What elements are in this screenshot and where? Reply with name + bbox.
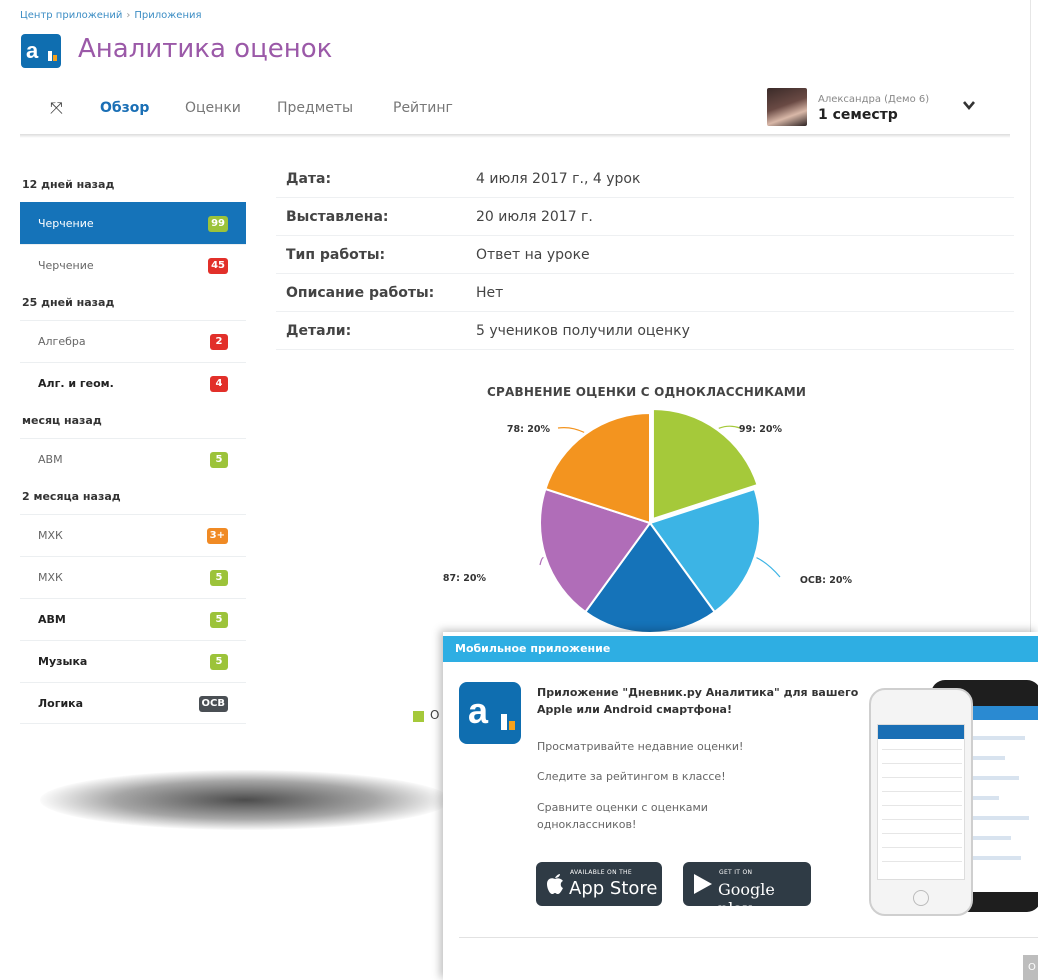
user-name[interactable]: Александра (Демо 6) bbox=[818, 94, 929, 105]
slice-label: 87: 20% bbox=[443, 573, 487, 584]
mobile-logo-letter: a bbox=[468, 690, 489, 731]
pie-chart: 99: 20% ОСВ: 20% 87: 20% 78: 20% bbox=[443, 407, 853, 634]
subject-label: Алг. и геом. bbox=[38, 377, 114, 390]
slice-label: ОСВ: 20% bbox=[800, 575, 853, 586]
legend-swatch bbox=[413, 711, 424, 722]
google-play-button[interactable]: GET IT ON Google play bbox=[683, 862, 811, 918]
google-play-label: Google play bbox=[718, 880, 775, 918]
grade-list-item[interactable]: МХК 3+ bbox=[20, 514, 246, 556]
detail-label: Выставлена: bbox=[286, 209, 389, 225]
group-heading: 2 месяца назад bbox=[22, 490, 121, 503]
window-shadow bbox=[40, 770, 450, 830]
slice-label: 99: 20% bbox=[739, 424, 783, 435]
mobile-app-logo: a bbox=[459, 682, 521, 744]
term-selector[interactable]: 1 семестр bbox=[818, 107, 898, 123]
grade-badge: ОСВ bbox=[198, 696, 228, 712]
grade-badge: 2 bbox=[210, 334, 228, 350]
subject-label: Музыка bbox=[38, 655, 88, 668]
grades-sidebar: 12 дней назад Черчение 99 Черчение 45 25 дней… bbox=[20, 168, 246, 724]
mobile-panel-header: Мобильное приложение bbox=[443, 636, 1038, 662]
iphone-image bbox=[869, 688, 973, 916]
slice-label: 78: 20% bbox=[507, 424, 551, 435]
tab-rating[interactable]: Рейтинг bbox=[393, 100, 453, 116]
subject-label: АВМ bbox=[38, 453, 63, 466]
detail-label: Дата: bbox=[286, 171, 332, 187]
grade-list-item[interactable]: Черчение 45 bbox=[20, 244, 246, 286]
detail-value: 4 июля 2017 г., 4 урок bbox=[476, 171, 641, 187]
detail-label: Детали: bbox=[286, 323, 352, 339]
label-connector bbox=[557, 426, 585, 433]
group-heading: 25 дней назад bbox=[22, 296, 115, 309]
group-heading: месяц назад bbox=[22, 414, 102, 427]
subject-label: Логика bbox=[38, 697, 84, 710]
app-store-small-text: AVAILABLE ON THE bbox=[570, 869, 632, 876]
grade-badge: 5 bbox=[210, 612, 228, 628]
breadcrumb-separator: › bbox=[126, 10, 131, 21]
grade-details: Дата: 4 июля 2017 г., 4 урок Выставлена: 20… bbox=[276, 160, 1014, 350]
grade-badge: 4 bbox=[210, 376, 228, 392]
detail-value: Ответ на уроке bbox=[476, 247, 590, 263]
feature-text: Просматривайте недавние оценки! bbox=[537, 740, 744, 753]
grade-list-item[interactable]: АВМ 5 bbox=[20, 598, 246, 640]
grade-list-item[interactable]: Музыка 5 bbox=[20, 640, 246, 682]
app-store-button[interactable]: AVAILABLE ON THE App Store bbox=[536, 862, 662, 906]
feature-text: Следите за рейтингом в классе! bbox=[537, 770, 726, 783]
grade-badge: 5 bbox=[210, 654, 228, 670]
mobile-description: Приложение "Дневник.ру Аналитика" для ва… bbox=[537, 686, 859, 716]
subject-label: МХК bbox=[38, 529, 63, 542]
grade-badge: 5 bbox=[210, 570, 228, 586]
chart-title: СРАВНЕНИЕ ОЦЕНКИ С ОДНОКЛАССНИКАМИ bbox=[487, 385, 807, 399]
detail-row: Описание работы: Нет bbox=[276, 274, 1014, 312]
app-logo-letter: a bbox=[26, 38, 39, 63]
subject-label: Черчение bbox=[38, 259, 94, 272]
detail-row: Детали: 5 учеников получили оценку bbox=[276, 312, 1014, 350]
grade-list-item[interactable]: МХК 5 bbox=[20, 556, 246, 598]
detail-row: Выставлена: 20 июля 2017 г. bbox=[276, 198, 1014, 236]
feature-text: Сравните оценки с оценками однокласснико… bbox=[537, 801, 708, 831]
breadcrumb: Центр приложений › Приложения bbox=[20, 10, 202, 21]
grade-badge: 45 bbox=[208, 258, 228, 274]
detail-label: Тип работы: bbox=[286, 247, 386, 263]
detail-row: Тип работы: Ответ на уроке bbox=[276, 236, 1014, 274]
detail-value: Нет bbox=[476, 285, 504, 301]
google-play-small-text: GET IT ON bbox=[719, 869, 753, 876]
breadcrumb-root-link[interactable]: Центр приложений bbox=[20, 10, 122, 21]
detail-value: 5 учеников получили оценку bbox=[476, 323, 690, 339]
app-store-label: App Store bbox=[569, 878, 658, 899]
tab-grades[interactable]: Оценки bbox=[185, 100, 241, 116]
mobile-app-panel: Мобильное приложение a Приложение "Дневн… bbox=[443, 632, 1038, 980]
detail-value: 20 июля 2017 г. bbox=[476, 209, 593, 225]
page-title: Аналитика оценок bbox=[78, 34, 333, 64]
label-connector bbox=[539, 557, 544, 566]
grade-list-item[interactable]: Логика ОСВ bbox=[20, 682, 246, 724]
grade-list-item[interactable]: Алгебра 2 bbox=[20, 320, 246, 362]
subject-label: МХК bbox=[38, 571, 63, 584]
grade-list-item[interactable]: Черчение 99 bbox=[20, 202, 246, 244]
chevron-down-icon[interactable] bbox=[962, 98, 976, 112]
expand-icon[interactable]: ⤧ bbox=[50, 98, 63, 118]
detail-row: Дата: 4 июля 2017 г., 4 урок bbox=[276, 160, 1014, 198]
grade-badge: 99 bbox=[208, 216, 228, 232]
google-play-icon bbox=[694, 874, 712, 894]
close-button[interactable]: О bbox=[1023, 955, 1038, 980]
subject-label: Черчение bbox=[38, 217, 94, 230]
tab-overview[interactable]: Обзор bbox=[100, 100, 149, 116]
subject-label: Алгебра bbox=[38, 335, 86, 348]
grade-badge: 3+ bbox=[206, 528, 228, 544]
apple-icon bbox=[547, 874, 563, 894]
app-logo: a bbox=[21, 34, 61, 68]
grade-list-item[interactable]: АВМ 5 bbox=[20, 438, 246, 480]
tab-subjects[interactable]: Предметы bbox=[277, 100, 353, 116]
grade-list-item[interactable]: Алг. и геом. 4 bbox=[20, 362, 246, 404]
detail-label: Описание работы: bbox=[286, 285, 435, 301]
legend-label: О bbox=[430, 708, 440, 722]
group-heading: 12 дней назад bbox=[22, 178, 115, 191]
avatar[interactable] bbox=[767, 88, 807, 126]
grade-badge: 5 bbox=[210, 452, 228, 468]
label-connector bbox=[756, 557, 781, 578]
subject-label: АВМ bbox=[38, 613, 66, 626]
breadcrumb-current-link[interactable]: Приложения bbox=[134, 10, 201, 21]
label-connector bbox=[718, 425, 741, 429]
